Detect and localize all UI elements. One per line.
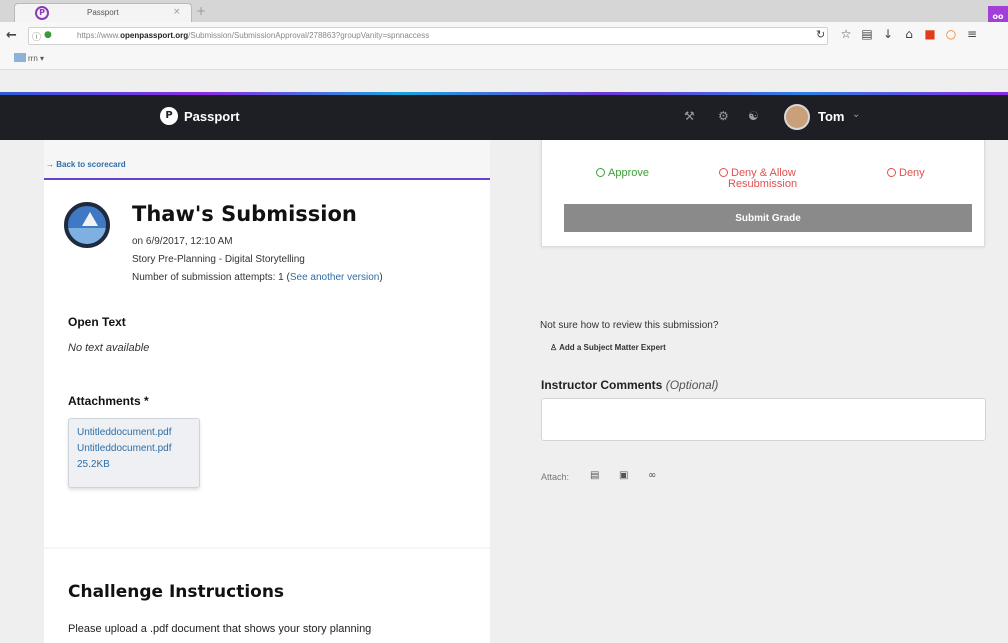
approve-label[interactable]: Approve [608, 167, 649, 179]
attachment-size: 25.2KB [77, 459, 110, 470]
sailboat-icon [82, 212, 98, 226]
comments-heading-label: Instructor Comments [541, 378, 663, 392]
attempts-text: Number of submission attempts: 1 ( [132, 272, 290, 283]
deny-label[interactable]: Deny [899, 167, 925, 179]
browser-tab[interactable]: P Passport × [14, 3, 192, 22]
open-text-heading: Open Text [68, 315, 126, 329]
avatar-water [68, 228, 106, 244]
tab-title: Passport [87, 8, 119, 17]
see-another-version-link[interactable]: See another version [290, 272, 380, 283]
tools-icon[interactable]: ⚒ [684, 109, 695, 123]
radio-circle-icon[interactable] [596, 168, 605, 177]
new-tab-button[interactable]: + [196, 4, 206, 18]
challenge-heading: Challenge Instructions [68, 582, 285, 602]
gear-icon[interactable]: ⚙ [718, 109, 729, 123]
grade-card: Approve Deny & Allow Resubmission Deny Su… [541, 140, 985, 247]
browser-tab-bar: P Passport × + oo [0, 0, 1008, 28]
add-subject-matter-expert-link[interactable]: ♙ Add a Subject Matter Expert [550, 343, 666, 352]
radio-circle-icon[interactable] [719, 168, 728, 177]
submission-date: on 6/9/2017, 12:10 AM [132, 236, 233, 247]
link-icon[interactable]: ∞ [648, 470, 656, 481]
download-icon[interactable]: ↓ [882, 27, 894, 43]
deny-allow-resubmission-radio[interactable]: Deny & Allow Resubmission [719, 167, 797, 190]
home-icon[interactable]: ⌂ [903, 27, 915, 43]
app-header: P Passport ⚒ ⚙ ☯ Tom ⌄ [0, 95, 1008, 140]
attach-label: Attach: [541, 472, 570, 482]
brand-name[interactable]: Passport [184, 109, 240, 124]
url-prefix: https://www. [77, 31, 121, 40]
reading-list-icon[interactable]: ▤ [861, 27, 873, 43]
submission-attempts: Number of submission attempts: 1 (See an… [132, 272, 383, 283]
challenge-card: Challenge Instructions Please upload a .… [44, 549, 490, 643]
approve-radio[interactable]: Approve [596, 167, 649, 179]
user-name[interactable]: Tom [818, 109, 844, 124]
deny-radio[interactable]: Deny [887, 167, 925, 179]
submission-title: Thaw's Submission [132, 202, 357, 226]
submission-card: Thaw's Submission on 6/9/2017, 12:10 AM … [44, 180, 490, 547]
chevron-down-icon[interactable]: ⌄ [852, 109, 860, 120]
attachment-filename[interactable]: Untitleddocument.pdf [77, 427, 172, 438]
comments-optional-label: (Optional) [665, 378, 719, 392]
url-path: /Submission/SubmissionApproval/278863?gr… [188, 31, 430, 40]
tab-close-icon[interactable]: × [173, 7, 181, 17]
attempts-close: ) [379, 272, 383, 283]
lock-icon: ● [44, 30, 52, 40]
passport-favicon-icon: P [35, 6, 49, 20]
back-arrow-icon[interactable]: ← [6, 28, 22, 44]
addon-icon[interactable]: ○ [945, 27, 957, 43]
attachments-heading: Attachments * [68, 394, 149, 408]
url-text[interactable]: https://www.openpassport.org/Submission/… [77, 31, 429, 40]
file-icon[interactable]: ▤ [590, 470, 599, 481]
open-text-value: No text available [68, 342, 150, 354]
image-icon[interactable]: ▣ [619, 470, 628, 481]
toolbar-icons: ☆ ▤ ↓ ⌂ ■ ○ ≡ [840, 27, 978, 43]
review-help-text: Not sure how to review this submission? [540, 320, 719, 331]
instructor-comments-input[interactable] [541, 398, 986, 441]
avatar[interactable] [784, 104, 810, 130]
extension-badge-icon[interactable]: ■ [924, 27, 936, 43]
folder-icon [14, 53, 26, 62]
attachment-filename[interactable]: Untitleddocument.pdf [77, 443, 172, 454]
challenge-text: Please upload a .pdf document that shows… [68, 623, 372, 635]
menu-icon[interactable]: ≡ [966, 27, 978, 43]
submit-grade-button[interactable]: Submit Grade [564, 204, 972, 232]
radio-circle-icon[interactable] [887, 168, 896, 177]
bookmarks-bar: rrn ▾ [0, 50, 1008, 70]
reload-icon[interactable]: ↻ [816, 28, 825, 41]
attachment-item[interactable]: Untitleddocument.pdf Untitleddocument.pd… [68, 418, 200, 488]
bookmark-folder[interactable]: rrn ▾ [14, 53, 44, 63]
community-icon[interactable]: ☯ [748, 109, 759, 123]
passport-logo-icon[interactable]: P [160, 107, 178, 125]
back-to-scorecard-link[interactable]: → Back to scorecard [46, 160, 126, 169]
person-icon: ♙ [550, 343, 558, 352]
submission-avatar [64, 202, 110, 248]
submission-course: Story Pre-Planning - Digital Storytellin… [132, 254, 305, 265]
info-icon[interactable]: ⓘ [32, 30, 41, 43]
resubmission-label[interactable]: Resubmission [719, 179, 797, 190]
url-domain: openpassport.org [120, 31, 189, 40]
bookmark-folder-label: rrn [28, 54, 38, 63]
bookmark-star-icon[interactable]: ☆ [840, 27, 852, 43]
add-expert-label[interactable]: Add a Subject Matter Expert [559, 343, 666, 352]
url-bar[interactable]: ⓘ ● https://www.openpassport.org/Submiss… [28, 27, 828, 45]
instructor-comments-heading: Instructor Comments (Optional) [541, 378, 718, 392]
